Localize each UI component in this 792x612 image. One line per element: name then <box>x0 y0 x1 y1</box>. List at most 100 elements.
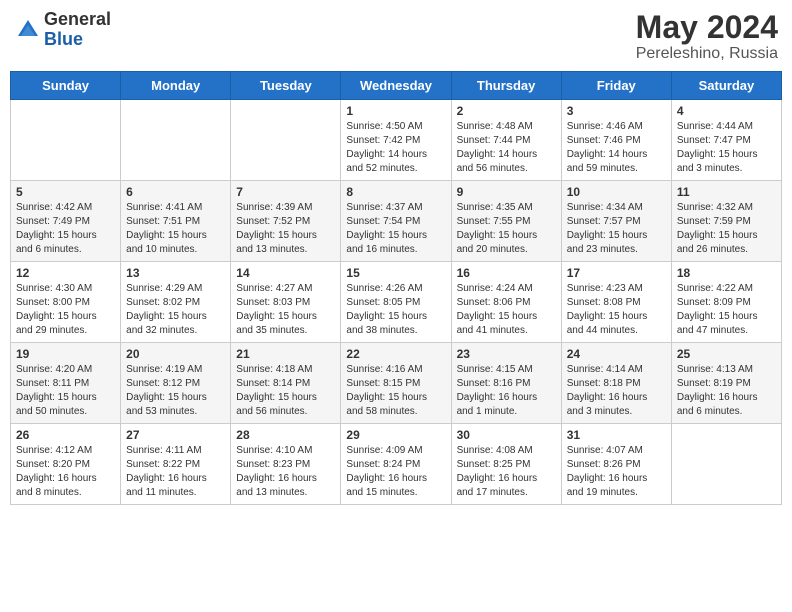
logo-general: General <box>44 10 111 30</box>
day-number: 18 <box>677 266 776 280</box>
day-number: 19 <box>16 347 115 361</box>
day-number: 13 <box>126 266 225 280</box>
calendar-week-row: 26 Sunrise: 4:12 AMSunset: 8:20 PM Dayligh… <box>11 424 782 505</box>
day-info-line: Sunrise: 4:41 AM <box>126 201 225 215</box>
day-info-line: Daylight: 15 hours <box>126 229 225 243</box>
day-number: 3 <box>567 104 666 118</box>
day-number: 16 <box>457 266 556 280</box>
day-info-line: Sunset: 8:20 PM <box>16 458 115 472</box>
calendar-day-cell: 17Sunrise: 4:23 AMSunset: 8:08 PMDayligh… <box>561 262 671 343</box>
day-info-line: Sunrise: 4:32 AM <box>677 201 776 215</box>
day-of-week-header: Wednesday <box>341 72 451 100</box>
day-number: 2 <box>457 104 556 118</box>
day-info-line: Daylight: 16 hours <box>567 391 666 405</box>
day-info-line: Sunrise: 4:50 AM <box>346 120 445 134</box>
day-info-line: Sunrise: 4:22 AM <box>677 282 776 296</box>
day-info-line: Daylight: 16 hours <box>677 391 776 405</box>
day-info-line: Daylight: 14 hours <box>346 148 445 162</box>
calendar-day-cell: 24Sunrise: 4:14 AMSunset: 8:18 PMDayligh… <box>561 343 671 424</box>
day-info-line: Sunrise: 4:15 AM <box>457 363 556 377</box>
calendar-week-row: 19Sunrise: 4:20 AMSunset: 8:11 PMDayligh… <box>11 343 782 424</box>
day-info-line: Daylight: 15 hours <box>346 229 445 243</box>
day-info-line: Sunset: 7:42 PM <box>346 134 445 148</box>
day-info-line: Sunset: 8:05 PM <box>346 296 445 310</box>
day-number: 31 <box>567 428 666 442</box>
title-block: May 2024 Pereleshino, Russia <box>636 10 778 63</box>
day-info-line: Daylight: 15 hours <box>16 310 115 324</box>
day-number: 29 <box>346 428 445 442</box>
calendar-week-row: 12Sunrise: 4:30 AMSunset: 8:00 PMDayligh… <box>11 262 782 343</box>
day-number: 14 <box>236 266 335 280</box>
day-info-line: Daylight: 15 hours <box>16 391 115 405</box>
day-info-line: Daylight: 16 hours <box>567 472 666 486</box>
day-info-line: Daylight: 15 hours <box>236 310 335 324</box>
calendar-day-cell: 26Sunrise: 4:12 AMSunset: 8:20 PMDayligh… <box>11 424 121 505</box>
day-number: 10 <box>567 185 666 199</box>
logo-blue-text: Blue <box>44 30 111 50</box>
day-info-line: and 3 minutes. <box>567 405 666 419</box>
calendar-day-cell <box>11 100 121 181</box>
day-info-line: Sunset: 8:11 PM <box>16 377 115 391</box>
day-info-line: and 15 minutes. <box>346 486 445 500</box>
day-info-line: and 6 minutes. <box>677 405 776 419</box>
day-info-line: and 16 minutes. <box>346 243 445 257</box>
day-info-line: and 35 minutes. <box>236 324 335 338</box>
day-number: 4 <box>677 104 776 118</box>
day-info-line: Sunrise: 4:07 AM <box>567 444 666 458</box>
day-number: 27 <box>126 428 225 442</box>
calendar-day-cell: 15Sunrise: 4:26 AMSunset: 8:05 PMDayligh… <box>341 262 451 343</box>
day-info-line: Daylight: 15 hours <box>457 229 556 243</box>
day-info-line: Sunrise: 4:12 AM <box>16 444 115 458</box>
day-info-line: and 6 minutes. <box>16 243 115 257</box>
day-info-line: Sunset: 8:08 PM <box>567 296 666 310</box>
day-of-week-header: Monday <box>121 72 231 100</box>
day-info-line: Sunrise: 4:18 AM <box>236 363 335 377</box>
day-number: 6 <box>126 185 225 199</box>
day-info-line: Daylight: 15 hours <box>126 310 225 324</box>
day-info-line: Sunrise: 4:09 AM <box>346 444 445 458</box>
day-info-line: Sunset: 7:55 PM <box>457 215 556 229</box>
day-number: 28 <box>236 428 335 442</box>
day-info-line: Sunrise: 4:30 AM <box>16 282 115 296</box>
day-info-line: and 19 minutes. <box>567 486 666 500</box>
calendar-day-cell: 12Sunrise: 4:30 AMSunset: 8:00 PMDayligh… <box>11 262 121 343</box>
day-info-line: Sunset: 8:18 PM <box>567 377 666 391</box>
day-info-line: Daylight: 16 hours <box>457 391 556 405</box>
day-info-line: and 32 minutes. <box>126 324 225 338</box>
calendar-day-cell: 18Sunrise: 4:22 AMSunset: 8:09 PMDayligh… <box>671 262 781 343</box>
day-info-line: and 13 minutes. <box>236 486 335 500</box>
day-info-line: Sunset: 8:09 PM <box>677 296 776 310</box>
calendar-day-cell: 8Sunrise: 4:37 AMSunset: 7:54 PMDaylight… <box>341 181 451 262</box>
day-info-line: Daylight: 15 hours <box>346 391 445 405</box>
day-of-week-header: Thursday <box>451 72 561 100</box>
calendar-day-cell: 1Sunrise: 4:50 AMSunset: 7:42 PMDaylight… <box>341 100 451 181</box>
calendar-day-cell: 16Sunrise: 4:24 AMSunset: 8:06 PMDayligh… <box>451 262 561 343</box>
day-info-line: and 8 minutes. <box>16 486 115 500</box>
calendar-week-row: 5Sunrise: 4:42 AMSunset: 7:49 PMDaylight… <box>11 181 782 262</box>
day-number: 21 <box>236 347 335 361</box>
calendar-day-cell: 5Sunrise: 4:42 AMSunset: 7:49 PMDaylight… <box>11 181 121 262</box>
calendar-day-cell: 19Sunrise: 4:20 AMSunset: 8:11 PMDayligh… <box>11 343 121 424</box>
day-info-line: Sunset: 8:03 PM <box>236 296 335 310</box>
day-of-week-header: Sunday <box>11 72 121 100</box>
day-number: 26 <box>16 428 115 442</box>
day-number: 7 <box>236 185 335 199</box>
day-info-line: and 47 minutes. <box>677 324 776 338</box>
calendar-location: Pereleshino, Russia <box>636 45 778 63</box>
day-info-line: Daylight: 16 hours <box>346 472 445 486</box>
calendar-day-cell: 28Sunrise: 4:10 AMSunset: 8:23 PMDayligh… <box>231 424 341 505</box>
day-info-line: and 41 minutes. <box>457 324 556 338</box>
day-info-line: Sunrise: 4:34 AM <box>567 201 666 215</box>
day-info-line: and 44 minutes. <box>567 324 666 338</box>
day-number: 17 <box>567 266 666 280</box>
day-info-line: Sunset: 8:16 PM <box>457 377 556 391</box>
day-info-line: Daylight: 15 hours <box>16 229 115 243</box>
calendar-day-cell: 7Sunrise: 4:39 AMSunset: 7:52 PMDaylight… <box>231 181 341 262</box>
day-info-line: Daylight: 15 hours <box>677 229 776 243</box>
day-info-line: Sunset: 8:26 PM <box>567 458 666 472</box>
calendar-day-cell: 22Sunrise: 4:16 AMSunset: 8:15 PMDayligh… <box>341 343 451 424</box>
day-info-line: and 52 minutes. <box>346 162 445 176</box>
day-info-line: and 26 minutes. <box>677 243 776 257</box>
day-info-line: and 59 minutes. <box>567 162 666 176</box>
day-info-line: and 53 minutes. <box>126 405 225 419</box>
